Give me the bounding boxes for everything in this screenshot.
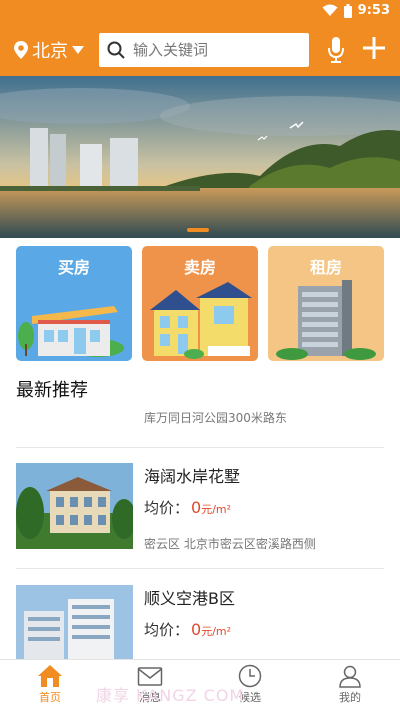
listing-name: 海阔水岸花墅	[144, 467, 241, 486]
carousel-indicator	[187, 228, 209, 232]
bottom-navigation: 首页 消息 候选 我的 康享 KANGZ COM	[0, 659, 400, 710]
price-unit: 元/m²	[201, 503, 232, 516]
divider	[16, 568, 384, 569]
price-value: 0	[191, 620, 202, 639]
nav-home[interactable]: 首页	[20, 664, 80, 705]
battery-icon	[343, 3, 352, 18]
nav-profile-label: 我的	[339, 691, 361, 704]
location-pin-icon	[14, 41, 28, 59]
dropdown-arrow-icon	[72, 46, 84, 54]
price-unit: 元/m²	[201, 625, 232, 638]
top-bar: 北京	[0, 24, 400, 76]
search-box[interactable]	[99, 33, 309, 67]
listing-name: 顺义空港B区	[144, 589, 235, 608]
home-icon	[38, 665, 62, 687]
nav-home-label: 首页	[39, 691, 61, 704]
status-time: 9:53	[357, 3, 390, 18]
banner-carousel[interactable]	[0, 76, 400, 238]
price-label: 均价：	[144, 621, 190, 639]
watermark: 康享 KANGZ COM	[96, 686, 245, 705]
plus-icon[interactable]	[362, 36, 386, 60]
nav-profile[interactable]: 我的	[320, 664, 380, 705]
category-rent-label: 租房	[309, 258, 342, 277]
status-icons: 9:53	[322, 3, 390, 18]
banner-image	[0, 76, 400, 238]
wifi-icon	[322, 4, 338, 16]
category-buy[interactable]: 买房	[16, 246, 132, 361]
listing-image	[16, 463, 133, 549]
clipped-address: 库万同日河公园300米路东	[144, 411, 287, 425]
microphone-icon[interactable]	[326, 36, 346, 64]
listing-price: 均价： 0 元/m²	[144, 619, 231, 640]
category-rent[interactable]: 租房	[268, 246, 384, 361]
listing-item[interactable]: 海阔水岸花墅 均价： 0 元/m² 密云区 北京市密云区密溪路西侧	[0, 463, 400, 573]
category-buy-label: 买房	[57, 258, 90, 277]
category-sell[interactable]: 卖房	[142, 246, 258, 361]
listing-price: 均价： 0 元/m²	[144, 497, 231, 518]
house-buy-illustration	[18, 306, 124, 357]
building-rent-illustration	[276, 280, 376, 360]
city-selector[interactable]: 北京	[14, 37, 84, 63]
divider	[16, 447, 384, 448]
user-icon	[339, 665, 361, 688]
price-value: 0	[191, 498, 202, 517]
house-sell-illustration	[150, 282, 252, 359]
status-bar: 9:53	[0, 0, 400, 24]
city-name: 北京	[32, 41, 68, 62]
search-icon	[107, 41, 125, 59]
price-label: 均价：	[144, 499, 190, 517]
category-sell-label: 卖房	[183, 258, 216, 277]
search-input[interactable]	[133, 41, 293, 59]
recommend-title: 最新推荐	[16, 380, 88, 401]
listing-address: 密云区 北京市密云区密溪路西侧	[144, 537, 316, 551]
